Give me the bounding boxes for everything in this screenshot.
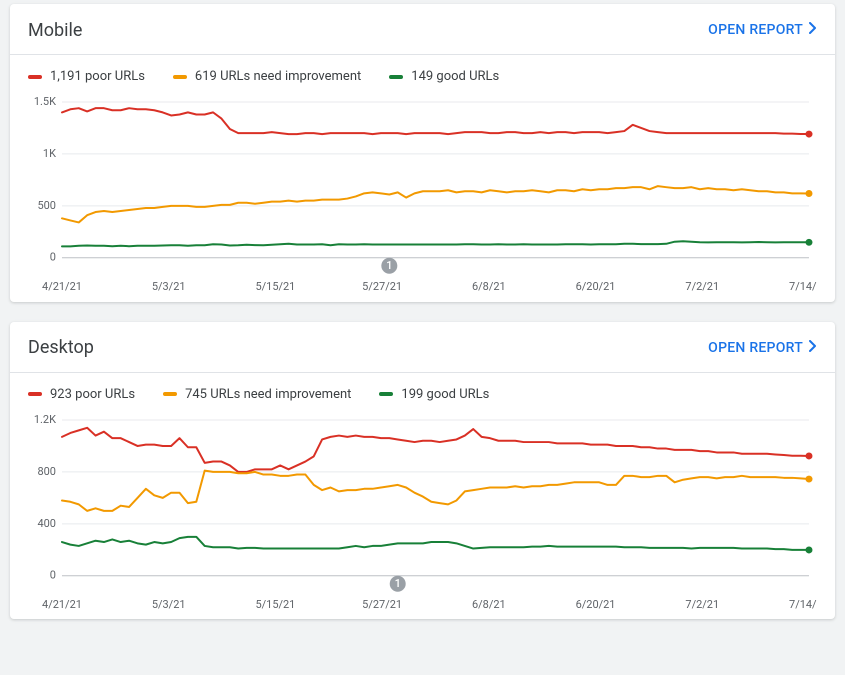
legend-swatch-good bbox=[389, 75, 403, 79]
mobile-card-header: Mobile OPEN REPORT bbox=[10, 4, 835, 54]
svg-text:5/15/21: 5/15/21 bbox=[255, 280, 295, 293]
legend-label: 745 URLs need improvement bbox=[185, 387, 351, 402]
mobile-title: Mobile bbox=[28, 20, 82, 41]
mobile-card: Mobile OPEN REPORT 1,191 poor URLs 619 U… bbox=[10, 4, 835, 302]
desktop-legend: 923 poor URLs 745 URLs need improvement … bbox=[10, 373, 835, 414]
chart-svg: 0 400 800 1.2K 4/21/21 5/3/21 5/15/21 5/27/21 6/… bbox=[28, 414, 817, 614]
legend-swatch-needs bbox=[163, 392, 177, 396]
legend-item-poor: 923 poor URLs bbox=[28, 387, 135, 402]
legend-item-needs: 619 URLs need improvement bbox=[173, 69, 361, 84]
legend-item-good: 199 good URLs bbox=[379, 387, 489, 402]
desktop-title: Desktop bbox=[28, 337, 94, 358]
legend-swatch-poor bbox=[28, 75, 42, 79]
legend-swatch-needs bbox=[173, 75, 187, 79]
svg-text:4/21/21: 4/21/21 bbox=[42, 597, 82, 610]
desktop-chart: 0 400 800 1.2K 4/21/21 5/3/21 5/15/21 5/27/21 6/… bbox=[10, 414, 835, 620]
mobile-legend: 1,191 poor URLs 619 URLs need improvemen… bbox=[10, 55, 835, 96]
legend-label: 923 poor URLs bbox=[50, 387, 135, 402]
svg-text:7/2/21: 7/2/21 bbox=[685, 597, 719, 610]
chevron-right-icon bbox=[809, 22, 817, 38]
open-report-button-mobile[interactable]: OPEN REPORT bbox=[700, 18, 825, 42]
svg-text:5/27/21: 5/27/21 bbox=[362, 280, 402, 293]
open-report-button-desktop[interactable]: OPEN REPORT bbox=[700, 336, 825, 360]
chart-svg: 0 500 1K 1.5K 4/21/21 5/3/21 5/15/21 5/27/21 6/8… bbox=[28, 96, 817, 296]
chevron-right-icon bbox=[809, 340, 817, 356]
svg-text:5/3/21: 5/3/21 bbox=[152, 280, 186, 293]
svg-text:400: 400 bbox=[37, 516, 56, 529]
svg-text:1.2K: 1.2K bbox=[34, 414, 56, 426]
desktop-card-header: Desktop OPEN REPORT bbox=[10, 322, 835, 372]
legend-item-poor: 1,191 poor URLs bbox=[28, 69, 145, 84]
svg-text:7/14/21: 7/14/21 bbox=[789, 280, 817, 293]
svg-text:5/15/21: 5/15/21 bbox=[255, 597, 295, 610]
svg-text:500: 500 bbox=[37, 199, 56, 212]
svg-text:7/2/21: 7/2/21 bbox=[685, 280, 719, 293]
svg-text:800: 800 bbox=[37, 465, 56, 478]
svg-text:5/3/21: 5/3/21 bbox=[152, 597, 186, 610]
legend-swatch-poor bbox=[28, 392, 42, 396]
svg-text:7/14/21: 7/14/21 bbox=[789, 597, 817, 610]
svg-text:0: 0 bbox=[50, 251, 56, 264]
svg-text:6/20/21: 6/20/21 bbox=[576, 597, 616, 610]
mobile-chart: 0 500 1K 1.5K 4/21/21 5/3/21 5/15/21 5/27/21 6/8… bbox=[10, 96, 835, 302]
svg-text:1K: 1K bbox=[43, 147, 56, 160]
svg-text:1: 1 bbox=[395, 577, 401, 590]
svg-text:6/20/21: 6/20/21 bbox=[576, 280, 616, 293]
svg-text:4/21/21: 4/21/21 bbox=[42, 280, 82, 293]
svg-text:6/8/21: 6/8/21 bbox=[472, 597, 506, 610]
desktop-card: Desktop OPEN REPORT 923 poor URLs 745 UR… bbox=[10, 322, 835, 620]
open-report-label: OPEN REPORT bbox=[708, 22, 803, 38]
svg-text:6/8/21: 6/8/21 bbox=[472, 280, 506, 293]
legend-label: 149 good URLs bbox=[411, 69, 499, 84]
legend-swatch-good bbox=[379, 392, 393, 396]
legend-item-needs: 745 URLs need improvement bbox=[163, 387, 351, 402]
svg-text:1: 1 bbox=[386, 259, 392, 272]
svg-text:1.5K: 1.5K bbox=[34, 96, 56, 108]
legend-item-good: 149 good URLs bbox=[389, 69, 499, 84]
legend-label: 619 URLs need improvement bbox=[195, 69, 361, 84]
open-report-label: OPEN REPORT bbox=[708, 340, 803, 356]
svg-text:0: 0 bbox=[50, 568, 56, 581]
legend-label: 199 good URLs bbox=[401, 387, 489, 402]
legend-label: 1,191 poor URLs bbox=[50, 69, 145, 84]
svg-text:5/27/21: 5/27/21 bbox=[362, 597, 402, 610]
